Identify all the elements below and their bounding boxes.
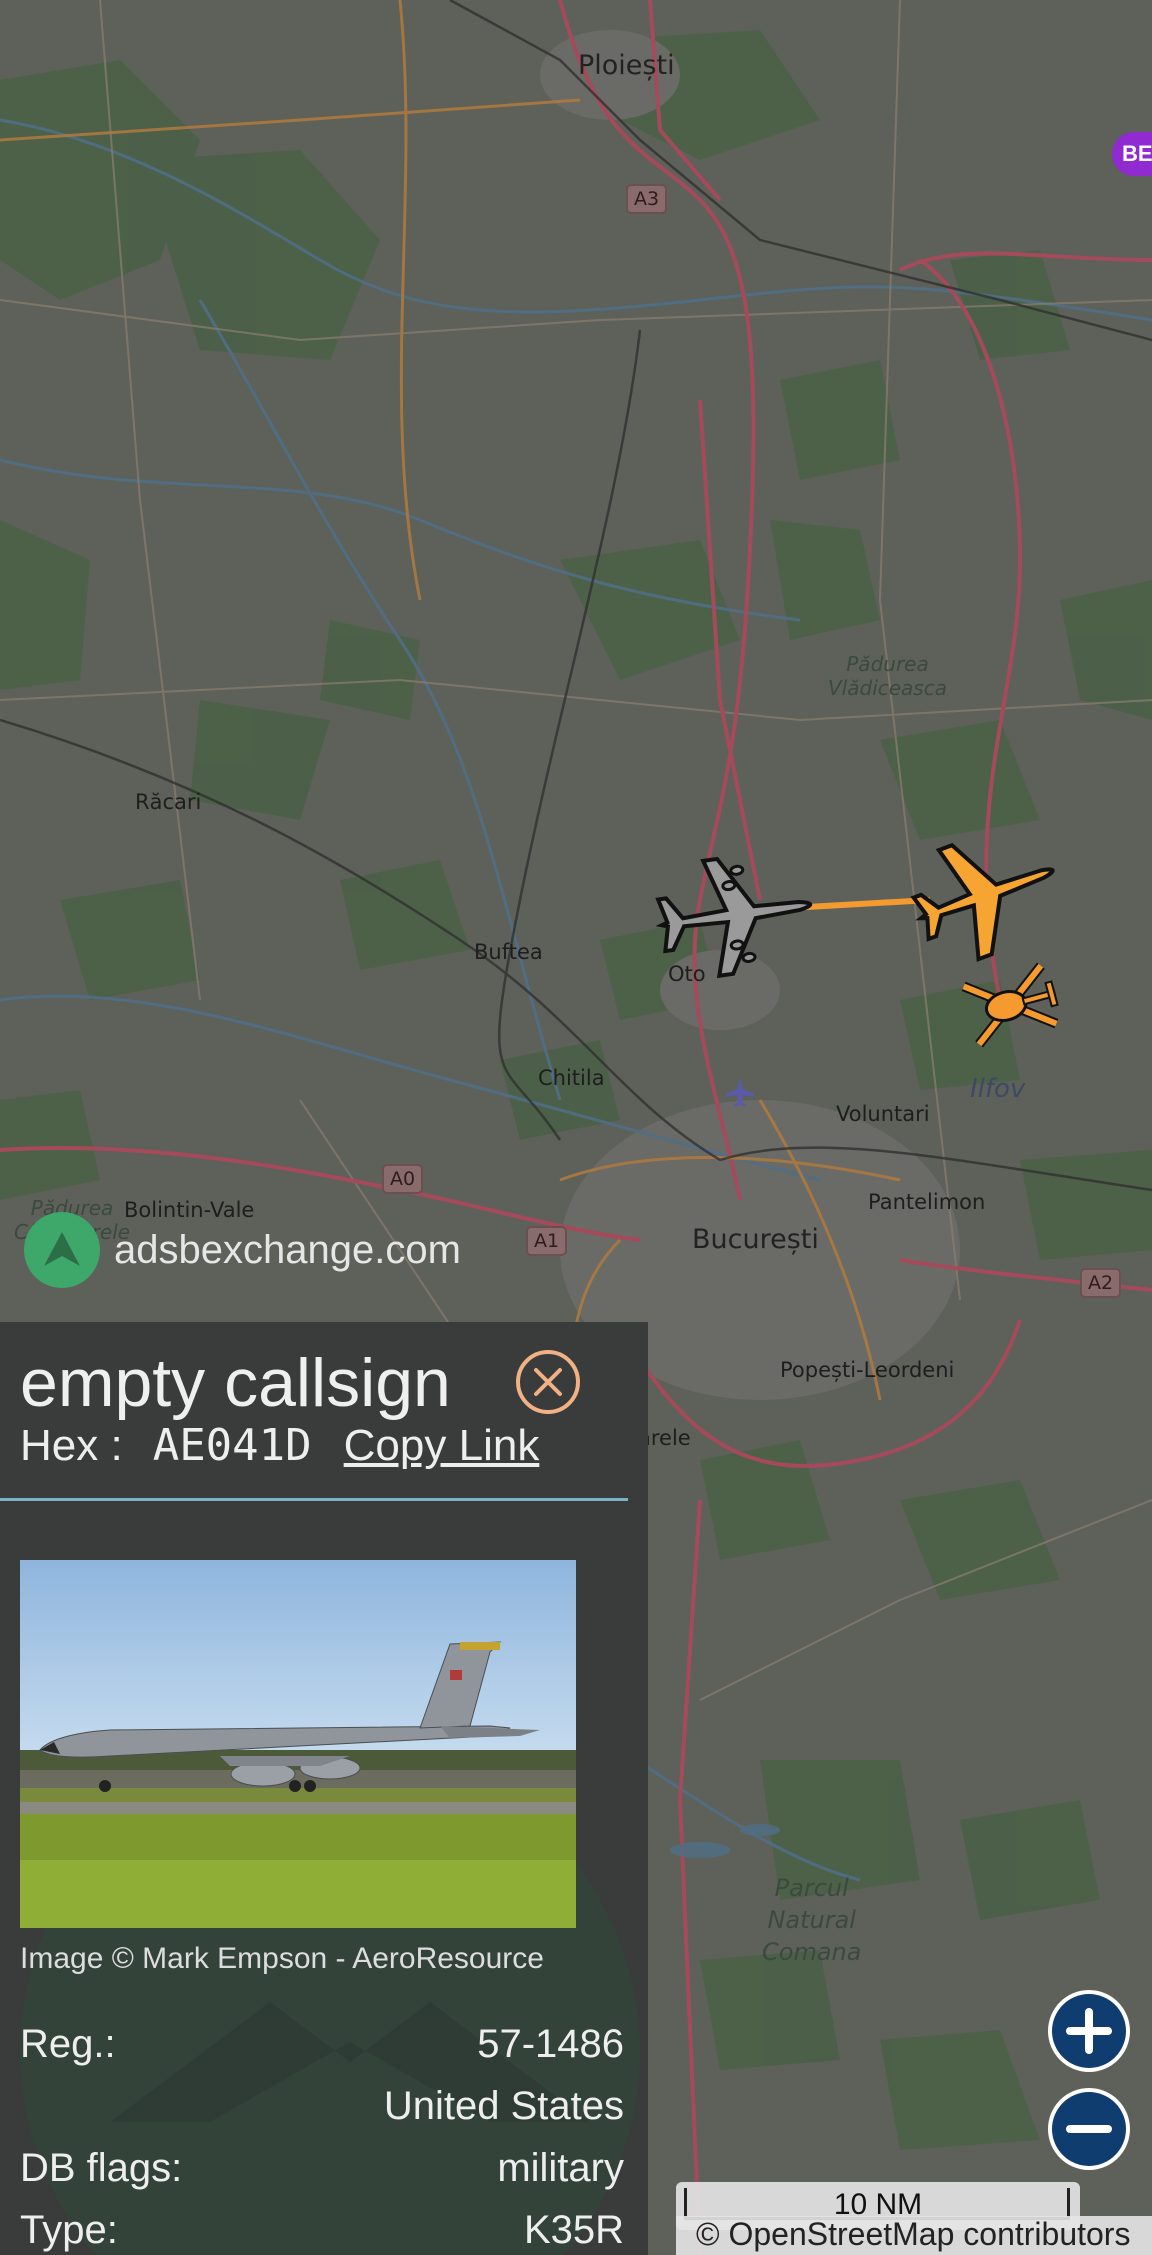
map-label-popesti: Popești-Leordeni [780, 1358, 955, 1382]
type-label: Type: [20, 2208, 118, 2252]
close-panel-button[interactable] [516, 1350, 580, 1414]
map-label-bucuresti: București [692, 1224, 819, 1255]
photo-credit[interactable]: Image © Mark Empson - AeroResource [20, 1942, 544, 1976]
plus-icon [1066, 2008, 1112, 2054]
country-value: United States [383, 2084, 624, 2128]
map-label-voluntari: Voluntari [836, 1102, 930, 1126]
dbflags-label: DB flags: [20, 2146, 183, 2190]
minus-icon [1066, 2125, 1112, 2133]
road-shield-a1: A1 [526, 1226, 568, 1256]
hex-value: AE041D [152, 1420, 312, 1471]
aircraft-info-panel: empty callsign Hex : AE041D Copy Link Im… [0, 1322, 648, 2255]
reg-label: Reg.: [20, 2022, 116, 2066]
info-row-type: Type: K35R [20, 2208, 624, 2255]
road-shield-a3: A3 [626, 184, 668, 214]
map-label-parcul-comana: Parcul Natural Comana [762, 1874, 862, 1966]
map-label-pantelimon: Pantelimon [868, 1190, 986, 1214]
aircraft-photo[interactable] [20, 1560, 576, 1928]
info-row-reg: Reg.: 57-1486 [20, 2022, 624, 2072]
map-label-racari: Răcari [135, 790, 202, 814]
brand-text: adsbexchange.com [114, 1227, 461, 1272]
reg-value: 57-1486 [477, 2022, 624, 2066]
adsbexchange-logo-icon [24, 1212, 100, 1288]
map-label-buftea: Buftea [474, 940, 543, 964]
dbflags-value: military [497, 2146, 624, 2190]
map-label-ploiesti: Ploiești [578, 50, 675, 81]
close-icon [534, 1368, 562, 1396]
callsign-title: empty callsign [20, 1345, 451, 1421]
zoom-out-button[interactable] [1048, 2088, 1130, 2170]
map-label-padurea-vladiceasca: Pădurea Vlădiceasca [828, 652, 947, 700]
map-label-otopeni: Oto [668, 962, 706, 986]
road-shield-a0: A0 [382, 1164, 424, 1194]
map-label-chitila: Chitila [538, 1066, 605, 1090]
road-shield-a2: A2 [1080, 1268, 1122, 1298]
panel-divider [0, 1498, 628, 1501]
map-attribution[interactable]: © OpenStreetMap contributors [676, 2216, 1152, 2255]
info-row-country: United States [20, 2084, 624, 2134]
zoom-in-button[interactable] [1048, 1990, 1130, 2072]
type-value: K35R [523, 2208, 624, 2252]
copy-link[interactable]: Copy Link [344, 1421, 540, 1470]
hex-label: Hex : [20, 1421, 123, 1470]
brand-watermark: adsbexchange.com [24, 1212, 461, 1288]
be-badge[interactable]: BE [1112, 132, 1152, 176]
hex-row: Hex : AE041D Copy Link [20, 1420, 539, 1471]
info-row-dbflags: DB flags: military [20, 2146, 624, 2196]
map-label-ilfov: Ilfov [970, 1074, 1026, 1104]
